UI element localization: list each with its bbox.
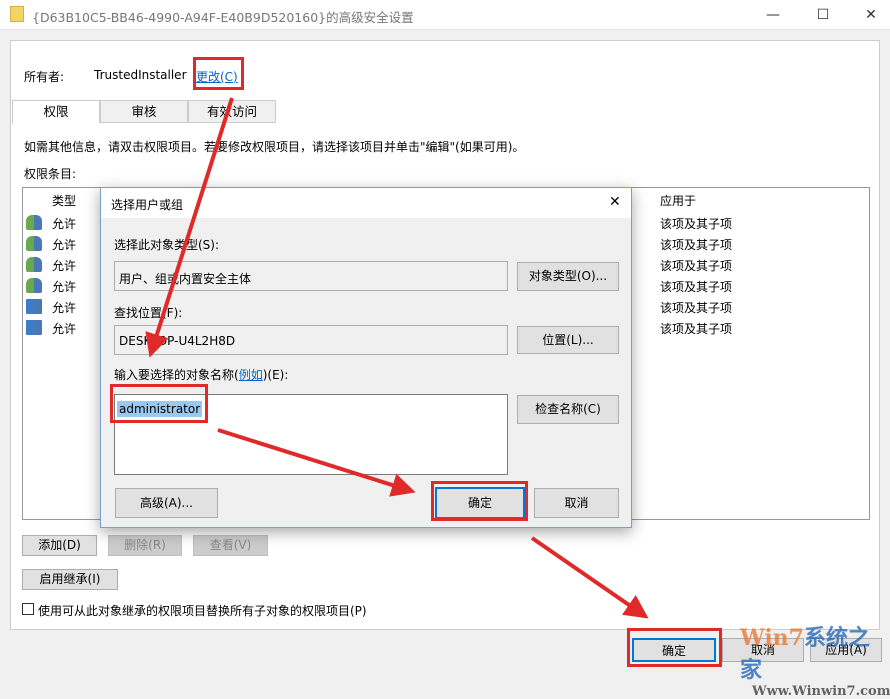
arrow [152, 98, 232, 350]
annotation-arrows [0, 0, 890, 667]
arrow [218, 430, 408, 490]
arrow [532, 538, 642, 614]
watermark-logo: Win7系统之家 Www.Winwin7.com [700, 620, 890, 699]
